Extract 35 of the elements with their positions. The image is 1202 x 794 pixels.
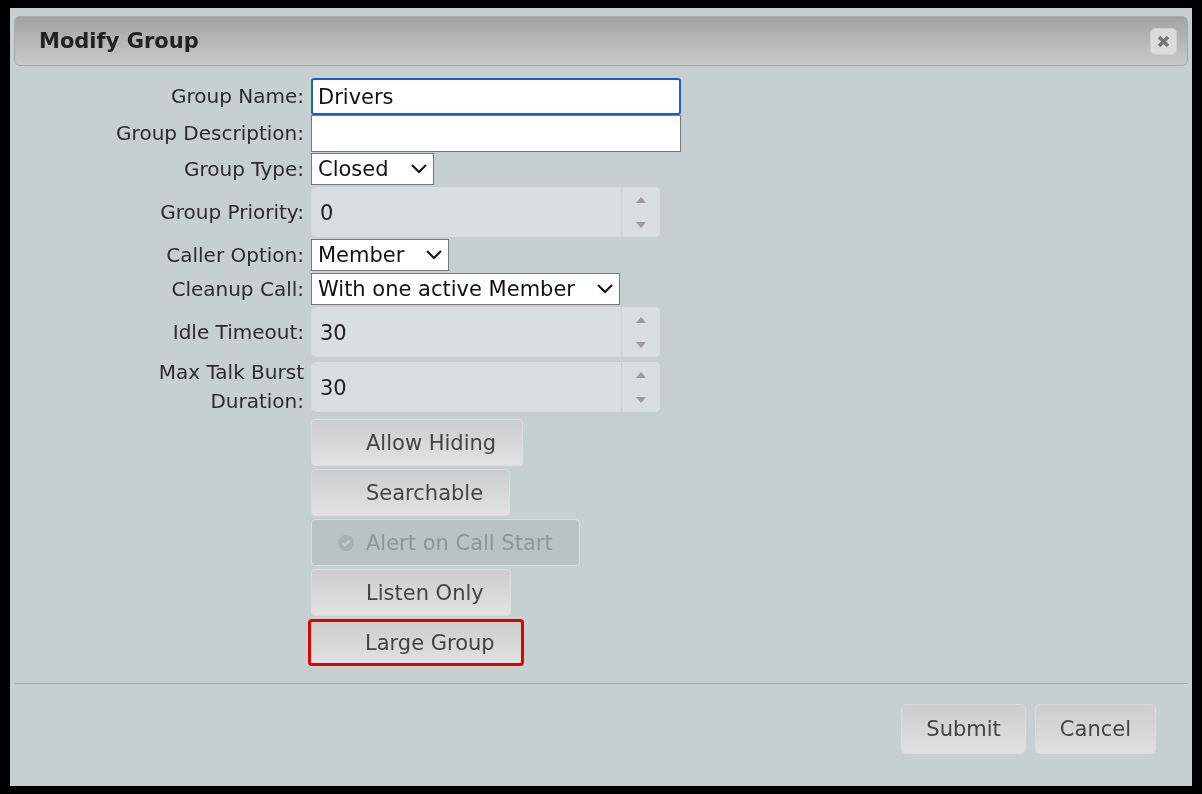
field-label: Caller Option:: [166, 241, 304, 269]
down-arrow-icon: [636, 341, 646, 348]
field-label: Max Talk Burst Duration:: [158, 359, 304, 415]
field-label: Group Description:: [116, 120, 304, 147]
up-arrow-icon: [636, 371, 646, 378]
field-label: Idle Timeout:: [172, 318, 304, 346]
field-label: Group Name:: [171, 83, 304, 110]
toggle-button[interactable]: Allow Hiding: [311, 419, 524, 466]
dropdown[interactable]: With one active Member: [311, 273, 620, 305]
field-label: Cleanup Call:: [171, 275, 304, 303]
toggle-button[interactable]: Large Group: [308, 619, 524, 666]
check-icon: [338, 535, 354, 551]
number-field[interactable]: 30: [311, 307, 660, 357]
number-field[interactable]: 30: [311, 362, 660, 412]
down-arrow-icon: [636, 221, 646, 228]
up-arrow-icon: [636, 196, 646, 203]
down-arrow-icon: [636, 396, 646, 403]
text-field[interactable]: Drivers: [311, 78, 681, 115]
dialog-title: Modify Group: [39, 29, 199, 53]
up-arrow-icon: [636, 316, 646, 323]
field-label: Group Type:: [184, 155, 304, 183]
text-field[interactable]: [311, 115, 681, 152]
chevron-down-icon: [410, 164, 427, 174]
dropdown[interactable]: Closed: [311, 153, 434, 185]
close-icon: [1157, 34, 1170, 48]
chevron-down-icon: [426, 250, 443, 260]
close-button[interactable]: [1150, 27, 1177, 55]
chevron-down-icon: [597, 284, 613, 294]
toggle-button[interactable]: Listen Only: [311, 569, 511, 616]
dialog-button[interactable]: Cancel: [1034, 704, 1156, 754]
dropdown[interactable]: Member: [311, 239, 450, 271]
dialog-button[interactable]: Submit: [901, 704, 1026, 754]
number-field[interactable]: 0: [311, 187, 660, 237]
toggle-button[interactable]: Searchable: [311, 469, 511, 516]
field-label: Group Priority:: [160, 198, 304, 226]
